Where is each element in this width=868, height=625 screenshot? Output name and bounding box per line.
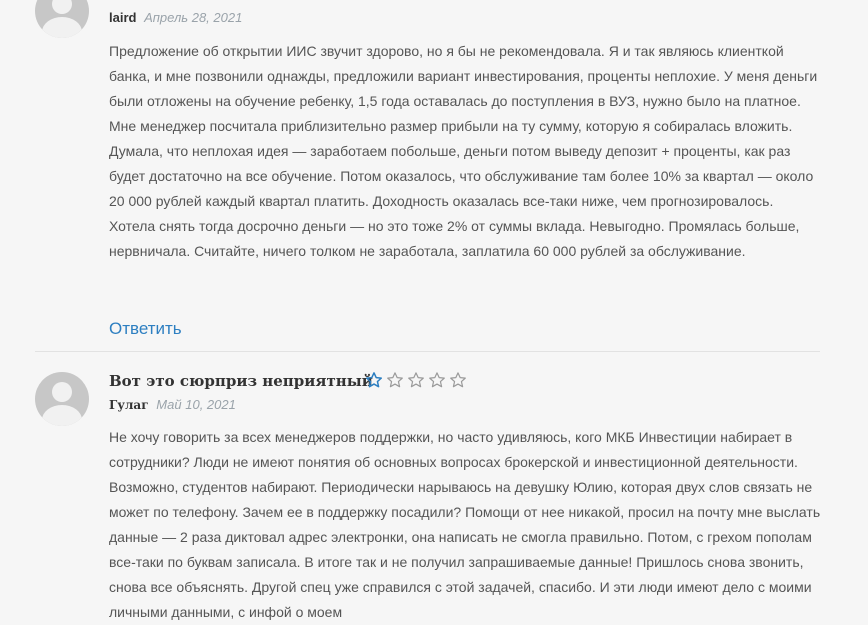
review-author: laird [109,10,137,25]
star-empty-icon [449,371,467,389]
star-empty-icon [428,371,446,389]
review-meta: laird Апрель 28, 2021 [109,10,242,25]
user-avatar [35,372,89,426]
reply-link[interactable]: Ответить [109,319,182,339]
review-text: Не хочу говорить за всех менеджеров подд… [109,429,821,620]
review-date: Апрель 28, 2021 [144,10,243,25]
review-divider [35,351,820,352]
star-filled-icon [365,371,383,389]
star-empty-icon [407,371,425,389]
review-meta: Гулаг Май 10, 2021 [109,397,236,412]
avatar-head-shape [52,382,72,402]
star-empty-icon [386,371,404,389]
review-date: Май 10, 2021 [156,397,236,412]
review-title: Вот это сюрприз неприятный [109,372,373,390]
review-text: Предложение об открытии ИИС звучит здоро… [109,43,818,259]
rating-stars [365,371,467,389]
avatar-shoulders-shape [42,17,82,38]
review-author: Гулаг [109,398,149,412]
user-avatar [35,0,89,38]
avatar-shoulders-shape [42,405,82,426]
avatar-head-shape [52,0,72,14]
